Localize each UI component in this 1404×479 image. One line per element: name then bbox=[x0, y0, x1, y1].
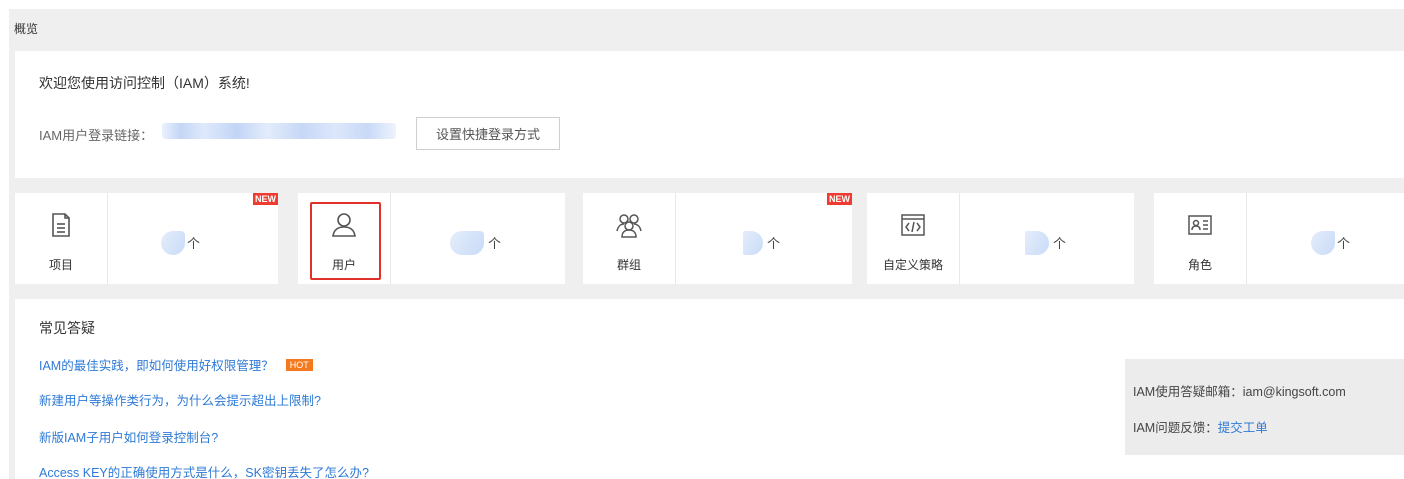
count-unit: 个 bbox=[1053, 236, 1067, 251]
faq-link[interactable]: Access KEY的正确使用方式是什么，SK密钥丢失了怎么办? bbox=[39, 462, 369, 479]
faq-link[interactable]: IAM的最佳实践，即如何使用好权限管理？ HOT bbox=[39, 355, 313, 374]
faq-section: 常见答疑 IAM的最佳实践，即如何使用好权限管理？ HOT 新建用户等操作类行为，… bbox=[15, 299, 1404, 479]
welcome-section: 欢迎您使用访问控制（IAM）系统! IAM用户登录链接： 设置快捷登录方式 bbox=[15, 51, 1404, 178]
card-icon-cell[interactable]: 群组 bbox=[583, 193, 676, 284]
code-window-icon bbox=[901, 214, 925, 236]
card-count[interactable]: 个 bbox=[1248, 193, 1404, 284]
card-icon-cell[interactable]: 项目 bbox=[15, 193, 108, 284]
email-address: iam@kingsoft.com bbox=[1242, 385, 1346, 399]
card-custom-policies[interactable]: 自定义策略 个 bbox=[867, 193, 1134, 284]
group-icon bbox=[616, 214, 642, 238]
card-label: 项目 bbox=[48, 258, 73, 272]
overview-panel: 概览 欢迎您使用访问控制（IAM）系统! IAM用户登录链接： 设置快捷登录方式… bbox=[9, 9, 1404, 479]
count-value-redacted bbox=[1025, 231, 1049, 255]
card-roles[interactable]: 角色 个 bbox=[1154, 193, 1404, 284]
id-card-icon bbox=[1188, 215, 1212, 235]
login-link-redacted[interactable] bbox=[162, 123, 396, 139]
count-value-redacted bbox=[450, 231, 484, 255]
card-groups[interactable]: 群组 个 NEW bbox=[583, 193, 852, 284]
email-label: IAM使用答疑邮箱： bbox=[1133, 385, 1243, 399]
submit-ticket-link[interactable]: 提交工单 bbox=[1218, 421, 1268, 435]
contact-box: IAM使用答疑邮箱：iam@kingsoft.com IAM问题反馈：提交工单 bbox=[1125, 359, 1404, 455]
count-unit: 个 bbox=[488, 236, 502, 251]
card-label: 自定义策略 bbox=[882, 258, 943, 272]
card-icon-cell[interactable]: 角色 bbox=[1154, 193, 1247, 284]
card-count[interactable]: 个 bbox=[109, 193, 278, 284]
faq-link[interactable]: 新建用户等操作类行为，为什么会提示超出上限制? bbox=[39, 390, 321, 409]
faq-link-text[interactable]: IAM的最佳实践，即如何使用好权限管理？ bbox=[39, 359, 274, 373]
card-icon-cell[interactable]: 自定义策略 bbox=[867, 193, 960, 284]
card-label: 群组 bbox=[616, 258, 641, 272]
card-users[interactable]: 用户 个 bbox=[298, 193, 565, 284]
hot-badge: HOT bbox=[285, 359, 313, 371]
new-badge: NEW bbox=[253, 193, 278, 205]
count-value-redacted bbox=[743, 231, 763, 255]
selected-highlight bbox=[310, 202, 381, 280]
new-badge: NEW bbox=[827, 193, 852, 205]
faq-link[interactable]: 新版IAM子用户如何登录控制台? bbox=[39, 427, 218, 446]
welcome-title: 欢迎您使用访问控制（IAM）系统! bbox=[39, 75, 250, 91]
faq-title: 常见答疑 bbox=[39, 320, 95, 336]
feedback-label: IAM问题反馈： bbox=[1133, 421, 1218, 435]
page-title: 概览 bbox=[14, 22, 39, 36]
card-count[interactable]: 个 bbox=[392, 193, 565, 284]
contact-email: IAM使用答疑邮箱：iam@kingsoft.com bbox=[1133, 381, 1346, 400]
count-unit: 个 bbox=[187, 236, 201, 251]
card-count[interactable]: 个 bbox=[677, 193, 852, 284]
login-link-label: IAM用户登录链接： bbox=[39, 128, 154, 143]
count-value-redacted bbox=[161, 231, 185, 255]
count-unit: 个 bbox=[1337, 236, 1351, 251]
count-value-redacted bbox=[1311, 231, 1335, 255]
document-icon bbox=[52, 213, 70, 237]
contact-feedback: IAM问题反馈：提交工单 bbox=[1133, 417, 1268, 436]
card-label: 角色 bbox=[1187, 258, 1212, 272]
quick-login-button[interactable]: 设置快捷登录方式 bbox=[416, 117, 560, 150]
count-unit: 个 bbox=[767, 236, 781, 251]
card-count[interactable]: 个 bbox=[961, 193, 1134, 284]
card-projects[interactable]: 项目 个 NEW bbox=[15, 193, 278, 284]
